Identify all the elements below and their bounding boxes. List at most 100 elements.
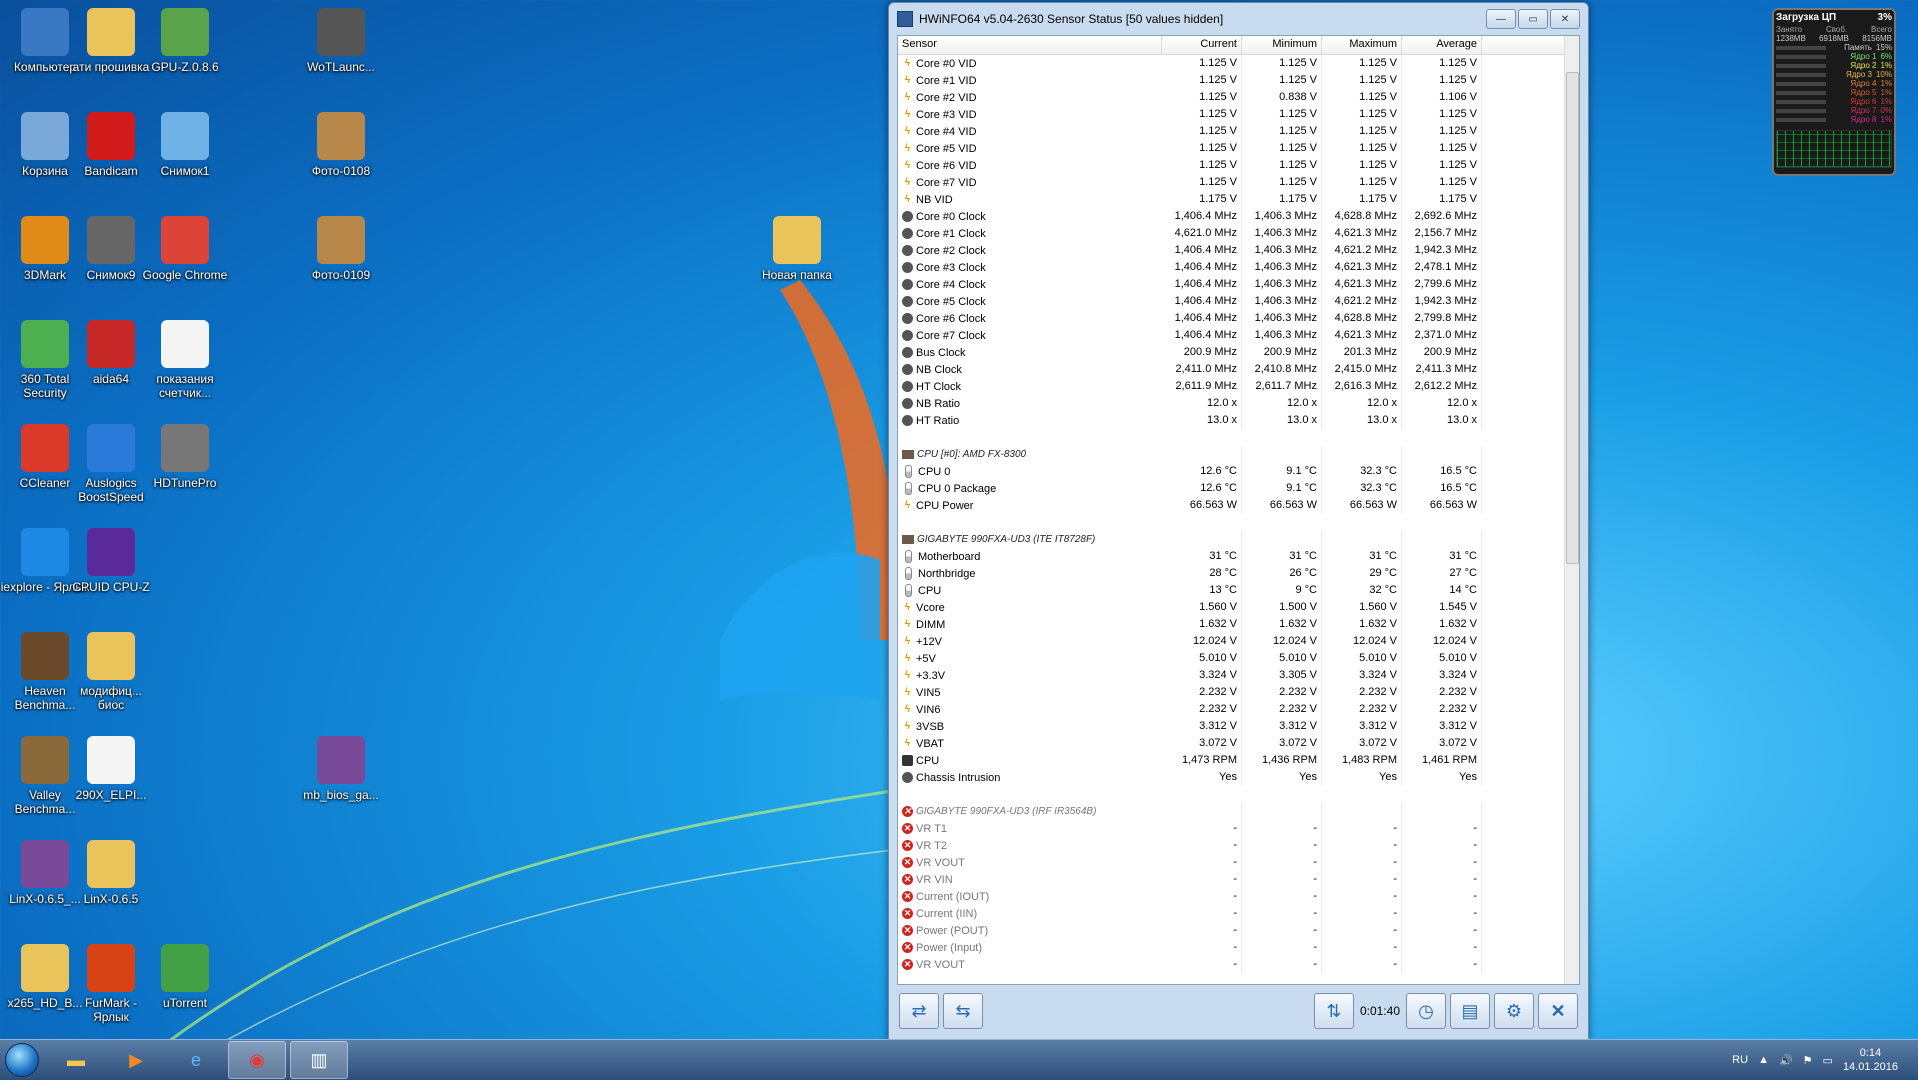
taskbar-chrome[interactable]: ◉ [228, 1041, 286, 1079]
column-header-sensor[interactable]: Sensor [898, 36, 1162, 54]
desktop-icon[interactable]: WoTLaunc... [296, 8, 386, 74]
minimize-button[interactable]: — [1486, 9, 1516, 29]
desktop-icon[interactable]: Снимок1 [140, 112, 230, 178]
table-row[interactable]: CPU 0 12.6 °C 9.1 °C 32.3 °C 16.5 °C [898, 463, 1579, 480]
table-row[interactable]: ϟ VBAT 3.072 V 3.072 V 3.072 V 3.072 V [898, 735, 1579, 752]
table-row[interactable]: Core #4 Clock 1,406.4 MHz 1,406.3 MHz 4,621… [898, 276, 1579, 293]
table-row[interactable]: HT Clock 2,611.9 MHz 2,611.7 MHz 2,616.3 MH… [898, 378, 1579, 395]
table-row[interactable]: CPU 13 °C 9 °C 32 °C 14 °C [898, 582, 1579, 599]
table-row[interactable]: Core #1 Clock 4,621.0 MHz 1,406.3 MHz 4,621… [898, 225, 1579, 242]
desktop-icon[interactable]: Фото-0109 [296, 216, 386, 282]
desktop-icon[interactable]: Google Chrome [140, 216, 230, 282]
table-row[interactable]: ϟ 3VSB 3.312 V 3.312 V 3.312 V 3.312 V [898, 718, 1579, 735]
table-row[interactable]: Core #7 Clock 1,406.4 MHz 1,406.3 MHz 4,621… [898, 327, 1579, 344]
table-row[interactable]: ✕ VR T1- - - - [898, 820, 1579, 837]
desktop-icon[interactable]: mb_bios_ga... [296, 736, 386, 802]
column-header-current[interactable]: Current [1162, 36, 1242, 54]
column-header-maximum[interactable]: Maximum [1322, 36, 1402, 54]
table-row[interactable]: HT Ratio 13.0 x 13.0 x 13.0 x 13.0 x [898, 412, 1579, 429]
table-row[interactable]: Motherboard 31 °C 31 °C 31 °C 31 °C [898, 548, 1579, 565]
table-row[interactable]: ϟ Core #4 VID 1.125 V 1.125 V 1.125 V 1.125 V [898, 123, 1579, 140]
expand-columns-button[interactable]: ⇄ [899, 993, 939, 1029]
reset-clock-button[interactable]: ◷ [1406, 993, 1446, 1029]
start-button[interactable] [0, 1040, 44, 1080]
table-row[interactable]: ϟ Core #1 VID 1.125 V 1.125 V 1.125 V 1.125 V [898, 72, 1579, 89]
window-titlebar[interactable]: HWiNFO64 v5.04-2630 Sensor Status [50 va… [889, 3, 1588, 35]
log-file-button[interactable]: ▤ [1450, 993, 1490, 1029]
cpu-load-gadget[interactable]: Загрузка ЦП 3% Занято Своб. Всего 1238MB… [1772, 8, 1896, 176]
table-row[interactable]: NB Clock 2,411.0 MHz 2,410.8 MHz 2,415.0 MH… [898, 361, 1579, 378]
table-row[interactable]: ✕ Power (Input) - - - - [898, 939, 1579, 956]
flag-icon[interactable]: ⚑ [1803, 1054, 1813, 1067]
table-row[interactable]: ϟ DIMM 1.632 V 1.632 V 1.632 V 1.632 V [898, 616, 1579, 633]
table-row[interactable]: ϟ Core #2 VID 1.125 V 0.838 V 1.125 V 1.106 V [898, 89, 1579, 106]
table-row[interactable]: Northbridge 28 °C 26 °C 29 °C 27 °C [898, 565, 1579, 582]
desktop-icon[interactable]: HDTunePro [140, 424, 230, 490]
table-row[interactable]: ✕ VR VOUT - - - - [898, 956, 1579, 973]
desktop-icon[interactable]: GPU-Z.0.8.6 [140, 8, 230, 74]
desktop-icon[interactable]: Фото-0108 [296, 112, 386, 178]
network-icon[interactable]: ▭ [1823, 1054, 1833, 1067]
maximum-value: 31 °C [1322, 548, 1402, 565]
sensor-group-row[interactable]: CPU [#0]: AMD FX-8300 [898, 446, 1579, 463]
table-row[interactable]: ϟ Core #6 VID 1.125 V 1.125 V 1.125 V 1.125 V [898, 157, 1579, 174]
table-row[interactable]: ✕ Current (IIN) - - - - [898, 905, 1579, 922]
maximize-button[interactable]: ▭ [1518, 9, 1548, 29]
table-row[interactable]: NB Ratio 12.0 x 12.0 x 12.0 x 12.0 x [898, 395, 1579, 412]
desktop-icon[interactable]: 290X_ELPI... [66, 736, 156, 802]
table-row[interactable]: CPU 1,473 RPM 1,436 RPM 1,483 RPM 1,461 RPM [898, 752, 1579, 769]
taskbar-internet-explorer[interactable]: e [168, 1042, 224, 1078]
network-icon-button[interactable]: ⇅ [1313, 993, 1354, 1029]
average-value: 1.545 V [1402, 599, 1482, 616]
table-row[interactable]: ϟ +5V 5.010 V 5.010 V 5.010 V 5.010 V [898, 650, 1579, 667]
tray-clock[interactable]: 0:14 14.01.2016 [1843, 1046, 1898, 1074]
scrollbar-thumb[interactable] [1566, 72, 1579, 564]
table-row[interactable]: CPU 0 Package 12.6 °C 9.1 °C 32.3 °C 16.5 °C [898, 480, 1579, 497]
column-header-minimum[interactable]: Minimum [1242, 36, 1322, 54]
table-row[interactable]: ϟ CPU Power 66.563 W 66.563 W 66.563 W 66.563… [898, 497, 1579, 514]
desktop-icon[interactable]: показания счетчик... [140, 320, 230, 400]
desktop-icon[interactable]: модифиц... биос [66, 632, 156, 712]
table-row[interactable]: ϟ Core #5 VID 1.125 V 1.125 V 1.125 V 1.125 V [898, 140, 1579, 157]
sensor-group-row[interactable]: ✕ GIGABYTE 990FXA-UD3 (IRF IR3564B) [898, 803, 1579, 820]
table-row[interactable]: ✕ VR VIN - - - - [898, 871, 1579, 888]
collapse-columns-button[interactable]: ⇆ [943, 993, 983, 1029]
vertical-scrollbar[interactable] [1564, 36, 1579, 984]
taskbar-hwinfo[interactable]: ▥ [290, 1041, 348, 1079]
table-row[interactable]: ϟ +12V 12.024 V 12.024 V 12.024 V 12.024 V [898, 633, 1579, 650]
table-row[interactable]: Core #2 Clock 1,406.4 MHz 1,406.3 MHz 4,621… [898, 242, 1579, 259]
table-row[interactable]: ϟ Vcore 1.560 V 1.500 V 1.560 V 1.545 V [898, 599, 1579, 616]
table-row[interactable]: Core #5 Clock 1,406.4 MHz 1,406.3 MHz 4,621… [898, 293, 1579, 310]
desktop-icon[interactable]: Новая папка [752, 216, 842, 282]
taskbar-media-player[interactable]: ▶ [108, 1042, 164, 1078]
table-row[interactable]: ✕ VR T2- - - - [898, 837, 1579, 854]
table-row[interactable]: ϟ VIN6 2.232 V 2.232 V 2.232 V 2.232 V [898, 701, 1579, 718]
table-row[interactable]: ✕ Power (POUT) - - - - [898, 922, 1579, 939]
close-button[interactable]: ✕ [1550, 9, 1580, 29]
table-row[interactable]: ϟ Core #0 VID 1.125 V 1.125 V 1.125 V 1.125 V [898, 55, 1579, 72]
volume-icon[interactable]: 🔊 [1779, 1054, 1793, 1067]
exit-button[interactable]: ✕ [1538, 993, 1578, 1029]
table-row[interactable]: ϟ NB VID 1.175 V 1.175 V 1.175 V 1.175 V [898, 191, 1579, 208]
table-row[interactable]: ϟ +3.3V 3.324 V 3.305 V 3.324 V 3.324 V [898, 667, 1579, 684]
table-row[interactable]: ϟ Core #7 VID 1.125 V 1.125 V 1.125 V 1.125 V [898, 174, 1579, 191]
column-header-average[interactable]: Average [1402, 36, 1482, 54]
table-row[interactable]: ✕ Current (IOUT) - - - - [898, 888, 1579, 905]
table-row[interactable]: ✕ VR VOUT - - - - [898, 854, 1579, 871]
desktop-icon[interactable]: CPUID CPU-Z [66, 528, 156, 594]
show-hidden-icons[interactable]: ▲ [1758, 1054, 1769, 1066]
table-row[interactable]: Core #0 Clock 1,406.4 MHz 1,406.3 MHz 4,628… [898, 208, 1579, 225]
table-row[interactable]: Core #6 Clock 1,406.4 MHz 1,406.3 MHz 4,628… [898, 310, 1579, 327]
taskbar-explorer[interactable]: ▬ [48, 1042, 104, 1078]
desktop-icon[interactable]: LinX-0.6.5 [66, 840, 156, 906]
table-row[interactable]: Core #3 Clock 1,406.4 MHz 1,406.3 MHz 4,621… [898, 259, 1579, 276]
table-row[interactable]: ϟ Core #3 VID 1.125 V 1.125 V 1.125 V 1.125 V [898, 106, 1579, 123]
table-row[interactable]: ϟ VIN5 2.232 V 2.232 V 2.232 V 2.232 V [898, 684, 1579, 701]
table-row[interactable]: Bus Clock 200.9 MHz 200.9 MHz 201.3 MHz 200.… [898, 344, 1579, 361]
desktop-icon[interactable]: uTorrent [140, 944, 230, 1010]
table-row[interactable]: Chassis Intrusion Yes Yes Yes Yes [898, 769, 1579, 786]
settings-gear-button[interactable]: ⚙ [1494, 993, 1534, 1029]
language-indicator[interactable]: RU [1732, 1054, 1748, 1066]
sensor-group-row[interactable]: GIGABYTE 990FXA-UD3 (ITE IT8728F) [898, 531, 1579, 548]
spacer-row [898, 514, 1579, 531]
